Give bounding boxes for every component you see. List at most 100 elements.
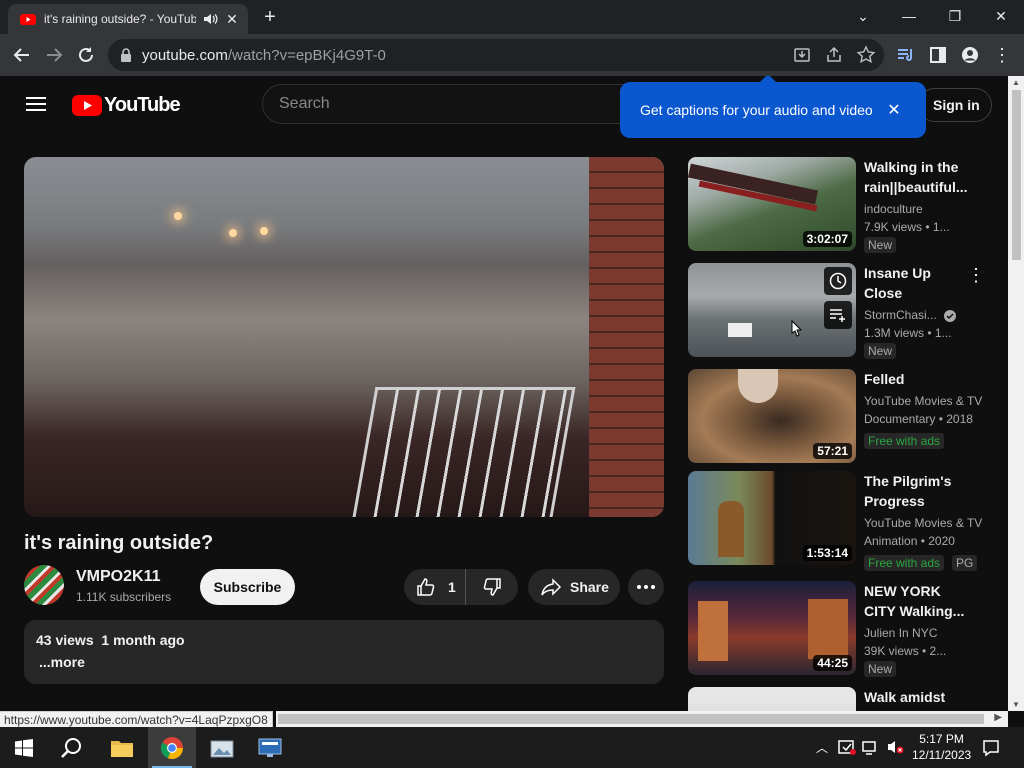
search-input[interactable]: [279, 95, 641, 113]
restore-button[interactable]: ❐: [932, 2, 978, 30]
side-panel-icon: [930, 47, 946, 63]
subscribe-button[interactable]: Subscribe: [200, 569, 295, 605]
recommendation-title[interactable]: The Pilgrim's Progress: [864, 471, 972, 511]
recommendation-title[interactable]: Walk amidst: [864, 687, 972, 707]
image-viewer-icon: [210, 740, 234, 757]
install-app-icon[interactable]: [792, 45, 812, 65]
system-clock[interactable]: 5:17 PM 12/11/2023: [912, 731, 971, 763]
dislike-button[interactable]: [466, 569, 518, 605]
close-window-button[interactable]: ✕: [978, 2, 1024, 30]
tab-search-icon[interactable]: ⌄: [840, 2, 886, 30]
recommendation-thumbnail[interactable]: 44:25: [688, 581, 856, 675]
video-player[interactable]: [24, 157, 664, 517]
recommendation-meta: 1.3M views • 1...: [864, 326, 952, 340]
recommendation-channel[interactable]: StormChasi...: [864, 308, 957, 322]
like-button[interactable]: 1: [404, 569, 466, 605]
recommendation-title[interactable]: Walking in the rain||beautiful...: [864, 157, 972, 197]
recommendation-title[interactable]: Insane Up Close Tornado...: [864, 263, 972, 303]
close-tab-icon[interactable]: ✕: [224, 11, 240, 27]
recommendation-item[interactable]: 1:53:14 The Pilgrim's Progress YouTube M…: [688, 471, 988, 571]
monitor-app-icon: [258, 738, 282, 757]
recommendation-channel[interactable]: YouTube Movies & TV: [864, 516, 982, 530]
recommendation-channel[interactable]: YouTube Movies & TV: [864, 394, 982, 408]
recommendation-thumbnail[interactable]: 57:21: [688, 369, 856, 463]
youtube-logo-icon: [72, 94, 102, 116]
recommendation-item[interactable]: 44:25 NEW YORK CITY Walking... Julien In…: [688, 581, 988, 677]
description-box[interactable]: 43 views 1 month ago ...more: [24, 620, 664, 684]
url-text[interactable]: youtube.com/watch?v=epBKj4G9T-0: [142, 47, 386, 64]
sign-in-button[interactable]: Sign in: [918, 88, 992, 122]
recommendation-channel[interactable]: Julien In NYC: [864, 626, 937, 640]
recommendation-title[interactable]: NEW YORK CITY Walking...: [864, 581, 972, 621]
reload-button[interactable]: [72, 41, 100, 69]
profile-button[interactable]: [956, 41, 984, 69]
page-scrollbar[interactable]: ▲ ▼: [1008, 76, 1024, 711]
chrome-taskbar-button[interactable]: [148, 727, 196, 768]
add-to-queue-button[interactable]: [824, 301, 852, 329]
show-hidden-icons-button[interactable]: ︿: [812, 739, 832, 755]
forward-button[interactable]: [40, 41, 68, 69]
more-actions-button[interactable]: [628, 569, 664, 605]
network-icon[interactable]: [862, 739, 880, 755]
browser-tab[interactable]: it's raining outside? - YouTube ✕: [8, 4, 248, 34]
share-button[interactable]: Share: [528, 569, 620, 605]
search-icon: [61, 737, 81, 758]
recommendation-title[interactable]: Felled: [864, 369, 972, 389]
channel-avatar[interactable]: [24, 565, 64, 605]
volume-muted-icon[interactable]: [886, 739, 904, 755]
minimize-button[interactable]: —: [886, 2, 932, 30]
start-button[interactable]: [0, 727, 48, 768]
clock-date: 12/11/2023: [912, 748, 972, 762]
notification-center-icon[interactable]: [982, 739, 1000, 757]
link-preview-status: https://www.youtube.com/watch?v=4LaqPzpx…: [0, 711, 273, 727]
horizontal-scrollbar[interactable]: ▶: [276, 711, 1008, 727]
recommendation-thumbnail[interactable]: [688, 263, 856, 357]
address-bar[interactable]: youtube.com/watch?v=epBKj4G9T-0: [108, 39, 884, 71]
recommendation-thumbnail[interactable]: 3:02:07: [688, 157, 856, 251]
channel-name[interactable]: VMPO2K11: [76, 568, 160, 586]
media-control-button[interactable]: [892, 41, 920, 69]
chrome-icon: [160, 736, 184, 759]
app-taskbar-button[interactable]: [198, 727, 246, 768]
scrollbar-thumb[interactable]: [1012, 90, 1021, 260]
new-tab-button[interactable]: +: [258, 6, 282, 28]
more-options-icon[interactable]: ⋮: [966, 263, 986, 287]
scroll-right-arrow-icon[interactable]: ▶: [994, 712, 1002, 723]
horizontal-scrollbar-thumb[interactable]: [278, 714, 984, 724]
recommendation-item[interactable]: Walk amidst: [688, 687, 988, 711]
upload-age: 1 month ago: [101, 632, 185, 648]
recommendation-item[interactable]: 3:02:07 Walking in the rain||beautiful..…: [688, 157, 988, 253]
app-taskbar-button[interactable]: [246, 727, 294, 768]
audio-playing-icon[interactable]: [202, 11, 218, 27]
show-more-link[interactable]: ...more: [36, 654, 652, 670]
free-with-ads-badge: Free with ads: [864, 555, 945, 571]
add-to-queue-icon: [830, 309, 845, 322]
new-badge: New: [864, 237, 897, 253]
hamburger-menu-icon[interactable]: [24, 94, 48, 114]
recommendation-thumbnail[interactable]: [688, 687, 856, 711]
search-button[interactable]: [48, 727, 96, 768]
sign-in-label: Sign in: [933, 97, 980, 113]
scroll-down-arrow-icon[interactable]: ▼: [1012, 700, 1020, 709]
file-explorer-button[interactable]: [98, 727, 146, 768]
side-panel-button[interactable]: [924, 41, 952, 69]
bookmark-star-icon[interactable]: [856, 45, 876, 65]
search-box[interactable]: [262, 84, 642, 124]
tooltip-text: Get captions for your audio and video: [640, 102, 873, 118]
watch-later-button[interactable]: [824, 267, 852, 295]
recommendation-meta: 7.9K views • 1...: [864, 220, 950, 234]
system-tray-app-icon[interactable]: [838, 739, 856, 755]
verified-badge-icon: [944, 309, 957, 322]
share-page-icon[interactable]: [824, 45, 844, 65]
recommendation-thumbnail[interactable]: 1:53:14: [688, 471, 856, 565]
youtube-logo[interactable]: YouTube: [72, 94, 181, 116]
scroll-up-arrow-icon[interactable]: ▲: [1012, 78, 1020, 87]
close-tooltip-icon[interactable]: ✕: [884, 100, 904, 120]
recommendation-meta: Animation • 2020: [864, 534, 955, 548]
browser-menu-icon[interactable]: ⋮: [988, 41, 1016, 69]
recommendation-channel[interactable]: indoculture: [864, 202, 923, 216]
recommendation-item[interactable]: 57:21 Felled YouTube Movies & TV Documen…: [688, 369, 988, 465]
recommendation-item[interactable]: Insane Up Close Tornado... StormChasi...…: [688, 263, 988, 359]
back-button[interactable]: [8, 41, 36, 69]
video-frame-brick-wall: [589, 157, 664, 517]
